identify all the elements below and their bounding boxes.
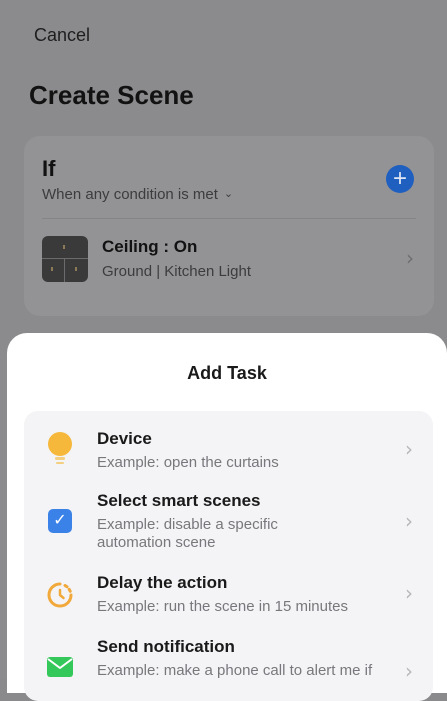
cancel-button[interactable]: Cancel [34, 25, 90, 46]
chevron-right-icon: › [405, 437, 413, 461]
task-item-delay[interactable]: Delay the action Example: run the scene … [24, 573, 433, 617]
task-description: Example: disable a specific automation s… [97, 516, 278, 551]
add-task-sheet: Add Task Device Example: open the curtai… [7, 333, 447, 701]
chevron-right-icon: › [405, 659, 413, 683]
task-title: Delay the action [97, 573, 228, 592]
task-item-device[interactable]: Device Example: open the curtains › [24, 429, 433, 473]
task-description: Example: make a phone call to alert me i… [97, 662, 373, 679]
if-title: If [42, 156, 56, 181]
condition-mode-dropdown[interactable]: When any condition is met ⌄ [42, 186, 233, 203]
condition-mode-label: When any condition is met [42, 186, 218, 203]
chevron-right-icon: › [406, 246, 414, 270]
task-item-smart-scenes[interactable]: ✓ Select smart scenes Example: disable a… [24, 491, 433, 551]
condition-row[interactable]: Ceiling : On Ground | Kitchen Light › [42, 234, 416, 284]
wall-switch-icon [42, 236, 88, 282]
task-title: Device [97, 429, 152, 448]
envelope-icon [47, 657, 73, 677]
chevron-right-icon: › [405, 509, 413, 533]
task-title: Send notification [97, 637, 235, 656]
chevron-right-icon: › [405, 581, 413, 605]
task-list: Device Example: open the curtains › ✓ Se… [24, 411, 433, 701]
task-description: Example: open the curtains [97, 454, 279, 471]
checkbox-icon: ✓ [48, 509, 72, 533]
chevron-down-icon: ⌄ [223, 188, 234, 200]
condition-subtitle: Ground | Kitchen Light [102, 263, 251, 280]
task-item-notification[interactable]: Send notification Example: make a phone … [24, 637, 433, 687]
task-description: Example: run the scene in 15 minutes [97, 598, 348, 615]
page-title: Create Scene [29, 80, 194, 110]
sheet-title: Add Task [187, 363, 267, 383]
if-condition-card: If When any condition is met ⌄ + Ceiling … [24, 136, 434, 316]
condition-title: Ceiling : On [102, 237, 198, 256]
lightbulb-icon [48, 432, 72, 468]
divider [42, 218, 416, 219]
plus-icon: + [392, 165, 407, 192]
add-condition-button[interactable]: + [386, 165, 414, 193]
timer-icon [46, 581, 74, 609]
task-title: Select smart scenes [97, 491, 261, 510]
